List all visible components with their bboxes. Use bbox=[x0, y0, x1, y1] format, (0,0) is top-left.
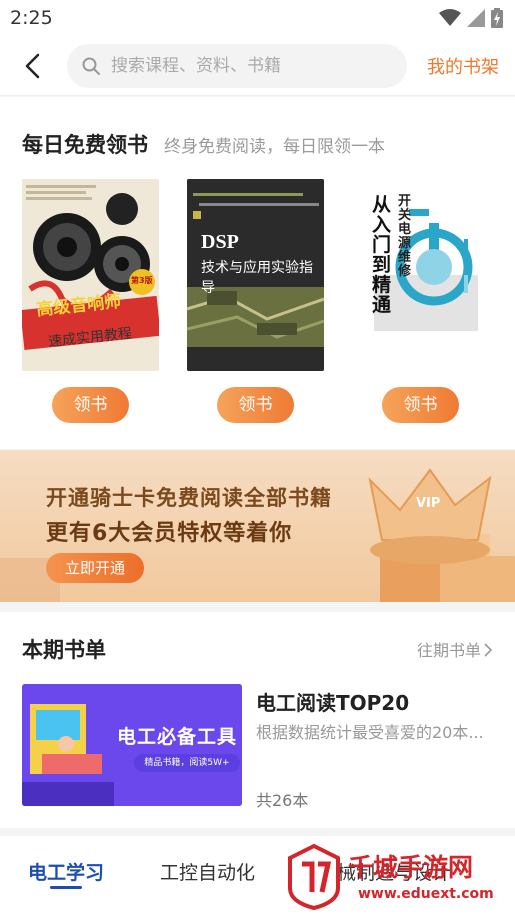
book-cover[interactable]: 高级音响师 第3版 速成实用教程 bbox=[22, 179, 159, 371]
free-books-section: 每日免费领书 终身免费阅读，每日限领一本 高级音响师 第3版 速成实用教程 领书 bbox=[0, 97, 515, 449]
search-icon bbox=[82, 57, 100, 75]
vip-banner[interactable]: VIP 开通骑士卡免费阅读全部书籍 更有6大会员特权等着你 立即开通 bbox=[0, 450, 515, 602]
get-book-button[interactable]: 领书 bbox=[217, 387, 294, 423]
battery-icon bbox=[491, 8, 503, 28]
search-input[interactable] bbox=[111, 44, 391, 88]
book-card[interactable]: 开关电源维修 从入门到精通 bbox=[354, 179, 494, 371]
past-booklists-label: 往期书单 bbox=[416, 641, 481, 660]
past-booklists-link[interactable]: 往期书单 bbox=[417, 637, 493, 661]
watermark-url: www.eduext.com bbox=[358, 886, 494, 902]
get-book-button[interactable]: 领书 bbox=[382, 387, 459, 423]
signal-icon bbox=[467, 9, 485, 27]
activate-now-button[interactable]: 立即开通 bbox=[46, 553, 144, 583]
banner-subheadline: 更有6大会员特权等着你 bbox=[46, 521, 293, 546]
get-book-button[interactable]: 领书 bbox=[52, 387, 129, 423]
status-icons bbox=[439, 8, 503, 28]
active-tab-indicator bbox=[50, 886, 82, 889]
site-watermark: 千城手游网 www.eduext.com bbox=[286, 842, 511, 914]
book-cover-subtitle: 从入门到精通 bbox=[372, 194, 392, 316]
booklist-count: 共26本 bbox=[256, 791, 309, 810]
watermark-logo-icon bbox=[288, 844, 340, 910]
banner-headline: 开通骑士卡免费阅读全部书籍 bbox=[46, 486, 332, 510]
back-button[interactable] bbox=[18, 50, 50, 82]
tab-industrial-automation[interactable]: 工控自动化 bbox=[160, 858, 255, 885]
book-cover-title: DSP bbox=[201, 231, 239, 253]
section-title: 每日免费领书 bbox=[22, 133, 148, 157]
book-cover-title: 开关电源维修 bbox=[398, 194, 412, 279]
book-card[interactable]: DSP 技术与应用实验指导 bbox=[187, 179, 327, 371]
search-box[interactable] bbox=[67, 44, 407, 88]
book-cover-subtitle: 技术与应用实验指导 bbox=[201, 260, 313, 296]
booklist-cover[interactable]: 电工必备工具 精品书籍，阅读5W+ bbox=[22, 684, 242, 806]
booklist-name[interactable]: 电工阅读TOP20 bbox=[256, 687, 409, 716]
top-bar: 我的书架 bbox=[0, 36, 515, 96]
wifi-icon bbox=[439, 9, 461, 26]
my-bookshelf-link[interactable]: 我的书架 bbox=[427, 53, 499, 79]
section-subtitle: 终身免费阅读，每日限领一本 bbox=[164, 137, 385, 157]
book-card[interactable]: 高级音响师 第3版 速成实用教程 bbox=[22, 179, 162, 371]
booklist-cover-title: 电工必备工具 bbox=[117, 726, 238, 748]
book-cover-edition: 第3版 bbox=[131, 276, 153, 285]
section-title: 本期书单 bbox=[22, 638, 106, 662]
tab-electrical-learning[interactable]: 电工学习 bbox=[28, 858, 104, 885]
book-cover[interactable]: 开关电源维修 从入门到精通 bbox=[354, 179, 491, 371]
chevron-left-icon bbox=[25, 53, 40, 79]
booklist-cover-sub: 精品书籍，阅读5W+ bbox=[134, 754, 240, 772]
booklist-section: 本期书单 往期书单 电工必备工具 精品书籍，阅读5W+ 电工阅读TOP20 根据… bbox=[0, 612, 515, 828]
watermark-text: 千城手游网 bbox=[348, 853, 474, 882]
booklist-description: 根据数据统计最受喜爱的20本... bbox=[256, 723, 484, 742]
status-time: 2:25 bbox=[10, 7, 53, 29]
status-bar: 2:25 bbox=[0, 0, 515, 36]
book-cover[interactable]: DSP 技术与应用实验指导 bbox=[187, 179, 324, 371]
chevron-right-icon bbox=[484, 643, 493, 657]
vip-badge: VIP bbox=[416, 496, 441, 511]
